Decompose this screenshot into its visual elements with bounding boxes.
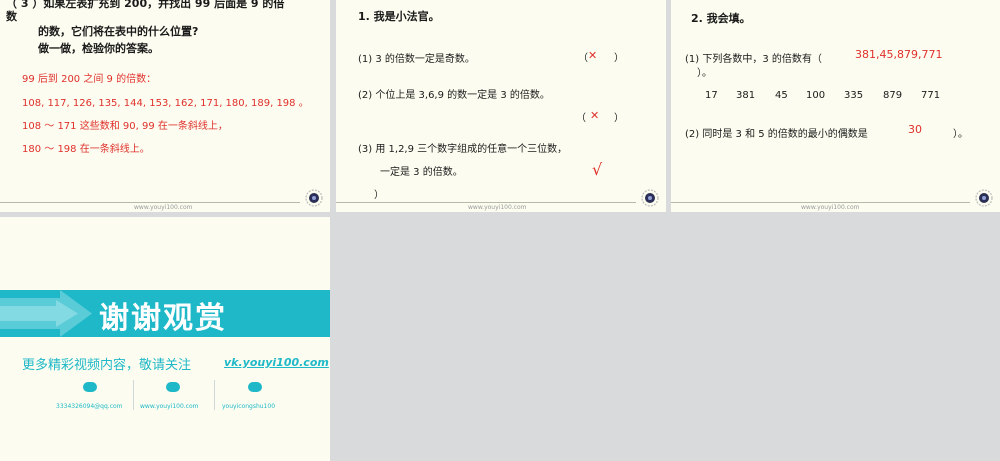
number-771: 771 — [921, 90, 941, 101]
q2-cross-mark: ✕ — [590, 109, 600, 122]
section-heading: 1. 我是小法官。 — [358, 10, 440, 23]
slide-fill-in-blanks: 2. 我会填。 (1) 下列各数中，3 的倍数有（ 381,45,879,771… — [671, 0, 1000, 212]
question-2-text: (2) 同时是 3 和 5 的倍数的最小的偶数是 — [685, 129, 868, 140]
footer-url: www.youyi100.com — [134, 204, 193, 211]
footer-rule — [671, 202, 970, 203]
wechat-icon — [248, 382, 262, 392]
number-45: 45 — [775, 90, 788, 101]
arrow-right-icon — [0, 290, 92, 337]
question-1: (1) 3 的倍数一定是奇数。 — [358, 54, 475, 65]
question-line-4: 做一做，检验你的答案。 — [38, 42, 159, 55]
q1-close-paren: ） — [614, 53, 624, 64]
answer-line-1: 99 后到 200 之间 9 的倍数： — [22, 74, 157, 85]
contact-qq[interactable]: 3334326094@qq.com — [56, 403, 123, 410]
qq-icon — [83, 382, 97, 392]
q2-open-paren: （ — [576, 113, 586, 124]
footer-url: www.youyi100.com — [801, 204, 860, 211]
q2-close-paren: ） — [614, 113, 624, 124]
number-381: 381 — [736, 90, 756, 101]
answer-line-2: 108, 117, 126, 135, 144, 153, 162, 171, … — [22, 98, 309, 109]
answer-line-3: 108 ～ 171 这些数和 90, 99 在一条斜线上， — [22, 121, 228, 132]
slide-multiples-of-nine: （ 3 ）如果左表扩充到 200，并找出 99 后面是 9 的倍 数 的数，它们… — [0, 0, 330, 212]
gear-logo-icon — [305, 189, 323, 207]
web-icon — [166, 382, 180, 392]
contact-divider — [214, 380, 215, 410]
footer-rule — [336, 202, 636, 203]
slide-thank-you: 谢谢观赏 更多精彩视频内容，敬请关注 vk.youyi100.com 33343… — [0, 217, 330, 461]
follow-subtitle: 更多精彩视频内容，敬请关注 — [22, 358, 192, 373]
question-line-1: （ 3 ）如果左表扩充到 200，并找出 99 后面是 9 的倍 — [6, 0, 285, 10]
q1-open-paren: （ — [578, 53, 588, 64]
question-3a: (3) 用 1,2,9 三个数字组成的任意一个三位数， — [358, 144, 568, 155]
q2-answer: 30 — [908, 123, 922, 136]
question-line-2: 数 — [6, 10, 17, 23]
contact-divider — [133, 380, 134, 410]
question-line-3: 的数，它们将在表中的什么位置? — [38, 25, 199, 38]
vk-link[interactable]: vk.youyi100.com — [224, 356, 329, 369]
question-1-text: (1) 下列各数中，3 的倍数有（ — [685, 54, 822, 65]
slide-true-false-judge: 1. 我是小法官。 (1) 3 的倍数一定是奇数。 （ ✕ ） (2) 个位上是… — [336, 0, 666, 212]
section-heading: 2. 我会填。 — [691, 12, 751, 25]
gear-logo-icon — [975, 189, 993, 207]
q1-cross-mark: ✕ — [588, 49, 598, 62]
title-banner: 谢谢观赏 — [0, 290, 330, 337]
gear-logo-icon — [641, 189, 659, 207]
thank-you-title: 谢谢观赏 — [99, 301, 227, 336]
q3-check-mark: √ — [592, 160, 603, 179]
number-100: 100 — [806, 90, 826, 101]
q1-close-paren: ）。 — [697, 68, 712, 79]
contact-wechat[interactable]: youyicongshu100 — [222, 403, 275, 410]
question-3b: 一定是 3 的倍数。 — [380, 167, 463, 178]
question-2: (2) 个位上是 3,6,9 的数一定是 3 的倍数。 — [358, 90, 550, 101]
number-879: 879 — [883, 90, 903, 101]
number-335: 335 — [844, 90, 864, 101]
contact-website[interactable]: www.youyi100.com — [140, 403, 199, 410]
q3-close-paren: ） — [374, 190, 384, 201]
footer-rule — [0, 202, 300, 203]
footer-url: www.youyi100.com — [468, 204, 527, 211]
number-17: 17 — [705, 90, 718, 101]
q1-answer: 381,45,879,771 — [855, 48, 943, 61]
q2-close-paren: ）。 — [953, 129, 968, 140]
answer-line-4: 180 ～ 198 在一条斜线上。 — [22, 144, 150, 155]
